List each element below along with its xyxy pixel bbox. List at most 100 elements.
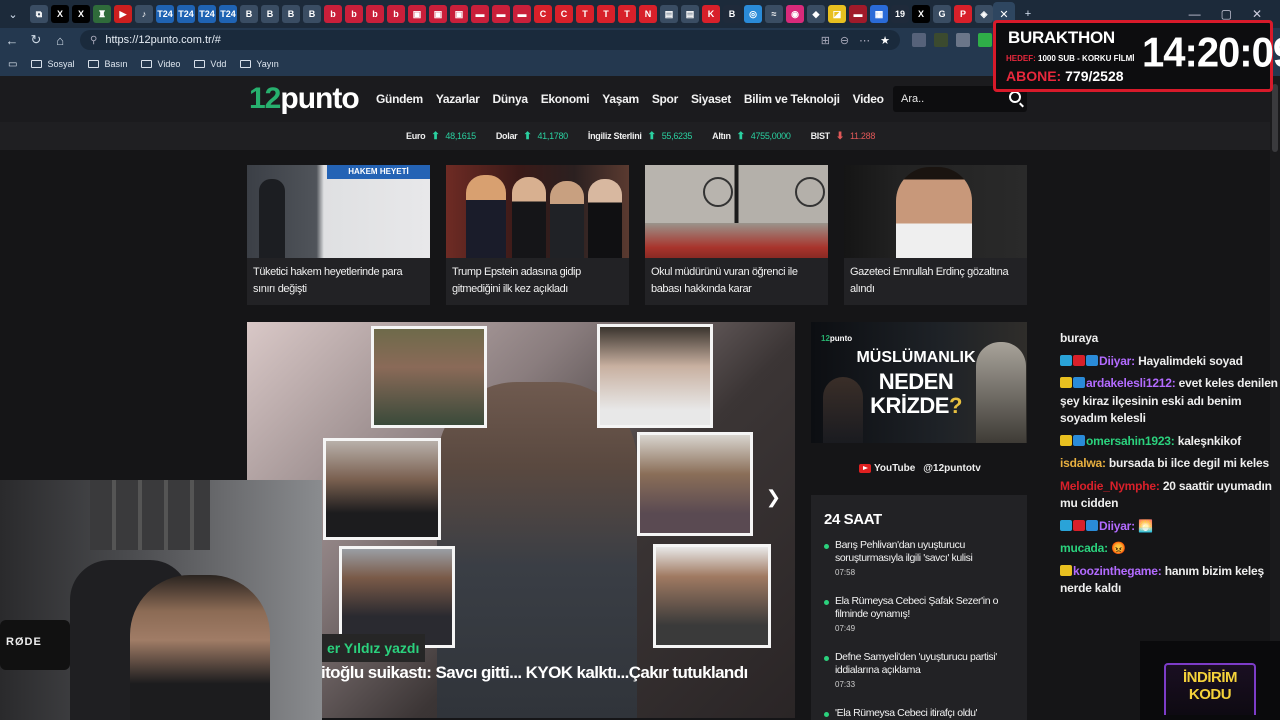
chat-username[interactable]: Melodie_Nymphe: [1060,479,1163,493]
hero-author[interactable]: er Yıldız yazdı [321,634,426,662]
tab-favicon-icon[interactable]: T24 [198,5,216,23]
tab-favicon-icon[interactable]: P [954,5,972,23]
news-card-title[interactable]: Gazeteci Emrullah Erdinç gözaltına alınd… [844,258,1027,298]
chat-username[interactable]: Diiyar: [1099,354,1138,368]
search-icon[interactable] [1009,91,1021,103]
tab-favicon-icon[interactable]: T24 [177,5,195,23]
nav-yasam[interactable]: Yaşam [602,92,639,106]
tab-favicon-icon[interactable]: ▤ [660,5,678,23]
tab-favicon-icon[interactable]: B [240,5,258,23]
tab-favicon-icon[interactable]: 19 [891,5,909,23]
tab-favicon-icon[interactable]: ♜ [93,5,111,23]
reading-list-icon[interactable]: ▭ [8,59,17,70]
bookmark-folder[interactable]: Basın [88,59,127,69]
nav-spor[interactable]: Spor [652,92,678,106]
url-text[interactable]: https://12punto.com.tr/# [105,34,221,46]
url-bar[interactable]: ⚲ https://12punto.com.tr/# ⊞ ⊖ ⋯ ★ [80,30,900,50]
tab-favicon-icon[interactable]: ▣ [408,5,426,23]
nav-bilim-teknoloji[interactable]: Bilim ve Teknoloji [744,92,840,106]
tab-favicon-icon[interactable]: T [597,5,615,23]
nav-gundem[interactable]: Gündem [376,92,423,106]
tab-favicon-icon[interactable]: ▤ [681,5,699,23]
chat-username[interactable]: omersahin1923: [1086,434,1178,448]
tab-favicon-icon[interactable]: b [324,5,342,23]
more-icon[interactable]: ⋯ [859,34,870,47]
tab-favicon-icon[interactable]: K [702,5,720,23]
reload-icon[interactable]: ↻ [24,32,48,48]
reader-icon[interactable]: ⊖ [840,34,849,47]
list-item[interactable]: Barış Pehlivan'dan uyuşturucu soruşturma… [824,539,1020,577]
news-card[interactable]: HAKEM HEYETİ Tüketici hakem heyetlerinde… [247,165,430,305]
list-item-title[interactable]: 'Ela Rümeysa Cebeci itirafçı oldu' [835,707,1020,720]
tab-favicon-icon[interactable]: ♪ [135,5,153,23]
favorite-star-icon[interactable]: ★ [880,34,890,47]
bookmark-folder[interactable]: Vdd [194,59,226,69]
news-card[interactable]: Gazeteci Emrullah Erdinç gözaltına alınd… [844,165,1027,305]
extension-icon[interactable] [978,33,992,47]
nav-video[interactable]: Video [853,92,884,106]
tab-favicon-icon[interactable]: T [618,5,636,23]
tab-favicon-icon[interactable]: N [639,5,657,23]
tab-favicon-icon[interactable]: ▬ [471,5,489,23]
tab-favicon-icon[interactable]: ◈ [975,5,993,23]
tab-favicon-icon[interactable]: G [933,5,951,23]
back-icon[interactable]: ← [0,33,24,48]
site-logo[interactable]: 12punto [249,82,360,116]
tab-favicon-icon[interactable]: B [303,5,321,23]
slider-next-icon[interactable]: ❯ [766,487,781,508]
chat-username[interactable]: isdalwa: [1060,456,1109,470]
hero-slider[interactable]: ❯ er Yıldız yazdı itoğlu suikastı: Savcı… [247,322,795,718]
tab-favicon-icon[interactable]: C [555,5,573,23]
tab-favicon-icon[interactable]: ◎ [744,5,762,23]
list-item[interactable]: Defne Samyeli'den 'uyuşturucu partisi' i… [824,651,1020,689]
tab-favicon-icon[interactable]: X [912,5,930,23]
tab-favicon-icon[interactable]: X [51,5,69,23]
extension-icon[interactable] [912,33,926,47]
nav-dunya[interactable]: Dünya [493,92,528,106]
tab-favicon-icon[interactable]: b [345,5,363,23]
bookmark-folder[interactable]: Yayın [240,59,279,69]
tab-favicon-icon[interactable]: b [366,5,384,23]
tab-favicon-icon[interactable]: ▶ [114,5,132,23]
tab-favicon-icon[interactable]: T [576,5,594,23]
chat-username[interactable]: ardakelesli1212: [1086,376,1179,390]
tab-grid-icon[interactable]: ⊞ [821,34,830,47]
list-item[interactable]: Ela Rümeysa Cebeci Şafak Sezer'in o film… [824,595,1020,633]
list-item-title[interactable]: Ela Rümeysa Cebeci Şafak Sezer'in o film… [835,595,1020,621]
close-window-button[interactable]: ✕ [1252,7,1262,21]
youtube-handle[interactable]: @12puntotv [923,463,981,474]
tab-favicon-icon[interactable]: B [282,5,300,23]
bookmark-folder[interactable]: Video [141,59,180,69]
news-card-title[interactable]: Tüketici hakem heyetlerinde para sınırı … [247,258,430,298]
hero-headline[interactable]: itoğlu suikastı: Savcı gitti... KYOK kal… [321,662,795,684]
extension-icon[interactable] [956,33,970,47]
news-card[interactable]: Trump Epstein adasına gidip gitmediğini … [446,165,629,305]
news-card[interactable]: Okul müdürünü vuran öğrenci ile babası h… [645,165,828,305]
news-card-title[interactable]: Trump Epstein adasına gidip gitmediğini … [446,258,629,298]
nav-ekonomi[interactable]: Ekonomi [541,92,590,106]
list-item-title[interactable]: Defne Samyeli'den 'uyuşturucu partisi' i… [835,651,1020,677]
tab-favicon-icon[interactable]: ◆ [807,5,825,23]
extension-icon[interactable] [934,33,948,47]
home-icon[interactable]: ⌂ [48,33,72,48]
tab-favicon-icon[interactable]: ▬ [492,5,510,23]
tab-favicon-icon[interactable]: X [72,5,90,23]
tab-favicon-icon[interactable]: B [261,5,279,23]
chat-username[interactable]: Diiyar: [1099,519,1138,533]
tab-favicon-icon[interactable]: ▣ [429,5,447,23]
minimize-button[interactable]: — [1189,7,1201,21]
tab-favicon-icon[interactable]: ▣ [450,5,468,23]
tab-favicon-icon[interactable]: ⧉ [30,5,48,23]
tab-favicon-icon[interactable]: ▬ [513,5,531,23]
bookmark-folder[interactable]: Sosyal [31,59,74,69]
youtube-channel-link[interactable]: YouTube @12puntotv [859,463,981,474]
list-item[interactable]: 'Ela Rümeysa Cebeci itirafçı oldu' [824,707,1020,720]
tab-favicon-icon[interactable]: ◉ [786,5,804,23]
chat-username[interactable]: mucada: [1060,541,1111,555]
tab-favicon-icon[interactable]: C [534,5,552,23]
tab-favicon-icon[interactable]: ≈ [765,5,783,23]
tab-favicon-icon[interactable]: T24 [219,5,237,23]
tab-favicon-icon[interactable]: T24 [156,5,174,23]
tab-favicon-icon[interactable]: b [387,5,405,23]
video-promo-banner[interactable]: 12punto MÜSLÜMANLIK NEDEN KRİZDE? [811,322,1027,443]
